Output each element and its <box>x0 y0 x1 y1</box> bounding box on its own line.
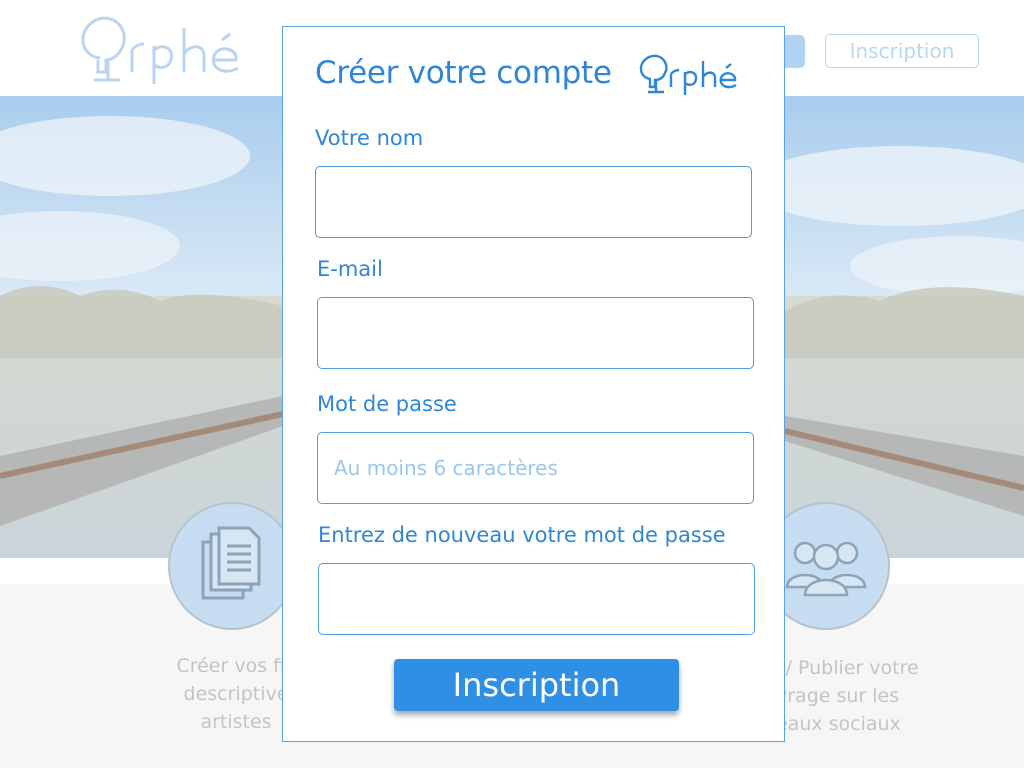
password-input[interactable] <box>317 432 754 504</box>
modal-title: Créer votre compte <box>315 55 612 91</box>
users-icon <box>785 541 867 597</box>
confirm-password-input[interactable] <box>318 563 755 635</box>
signup-modal: Créer votre compte Votre nom E-mail Mot … <box>282 26 785 742</box>
name-label: Votre nom <box>315 126 424 150</box>
document-icon <box>201 526 261 600</box>
feature-document-circle <box>168 502 283 630</box>
email-label: E-mail <box>317 257 383 281</box>
name-input[interactable] <box>315 166 752 238</box>
confirm-password-label: Entrez de nouveau votre mot de passe <box>318 523 726 547</box>
feature-text-right: er / Publier votre vrage sur les eaux so… <box>785 657 919 735</box>
email-input[interactable] <box>317 297 754 369</box>
feature-users-circle <box>785 502 890 630</box>
modal-logo <box>639 54 737 95</box>
feature-text-left: Créer vos fic descriptive artistes <box>176 655 283 733</box>
signup-submit-button[interactable]: Inscription <box>394 659 679 711</box>
password-label: Mot de passe <box>317 392 457 416</box>
